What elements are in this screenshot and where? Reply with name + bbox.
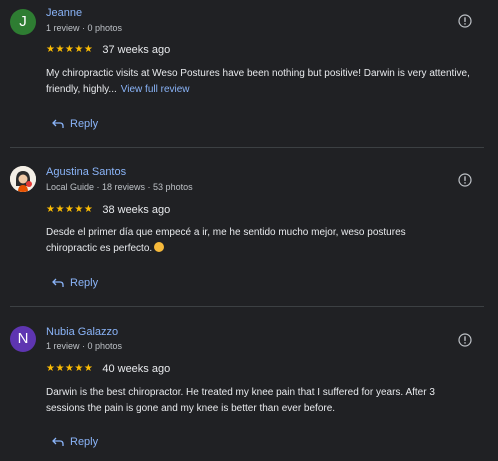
avatar[interactable]: N (10, 326, 36, 352)
review-date: 40 weeks ago (102, 363, 171, 375)
reply-label: Reply (70, 277, 99, 289)
reply-arrow-icon (52, 278, 64, 287)
reply-label: Reply (70, 118, 99, 130)
review-date: 37 weeks ago (102, 44, 171, 56)
star-rating: ★★★★★ (46, 204, 94, 215)
star-rating: ★★★★★ (46, 44, 94, 55)
review-date: 38 weeks ago (102, 204, 171, 216)
reply-button[interactable]: Reply (52, 117, 98, 131)
reviewer-name[interactable]: Jeanne (46, 7, 82, 19)
info-icon[interactable] (458, 173, 472, 187)
profile-photo (10, 166, 36, 192)
divider (10, 147, 484, 148)
rating-row: ★★★★★ 40 weeks ago (46, 362, 170, 376)
reply-label: Reply (70, 436, 99, 448)
star-rating: ★★★★★ (46, 363, 94, 374)
review-text: My chiropractic visits at Weso Postures … (46, 66, 486, 98)
review-text-body: Darwin is the best chiropractor. He trea… (46, 387, 435, 414)
review-text: Darwin is the best chiropractor. He trea… (46, 385, 466, 417)
info-icon[interactable] (458, 14, 472, 28)
avatar[interactable]: J (10, 9, 36, 35)
reviewer-meta: 1 review · 0 photos (46, 341, 123, 351)
reviewer-meta: 1 review · 0 photos (46, 23, 123, 33)
reply-button[interactable]: Reply (52, 276, 98, 290)
review-text-body: Desde el primer día que empecé a ir, me … (46, 227, 406, 254)
reviewer-meta: Local Guide · 18 reviews · 53 photos (46, 182, 193, 192)
review-text-body: My chiropractic visits at Weso Postures … (46, 68, 470, 95)
reviewer-name[interactable]: Nubia Galazzo (46, 326, 118, 338)
rating-row: ★★★★★ 37 weeks ago (46, 43, 170, 57)
divider (10, 306, 484, 307)
smiling-face-emoji (154, 242, 165, 252)
info-icon[interactable] (458, 333, 472, 347)
avatar[interactable] (10, 166, 36, 192)
reply-arrow-icon (52, 119, 64, 128)
rating-row: ★★★★★ 38 weeks ago (46, 203, 170, 217)
view-full-review-link[interactable]: View full review (121, 84, 190, 95)
reply-arrow-icon (52, 437, 64, 446)
review-text: Desde el primer día que empecé a ir, me … (46, 225, 446, 257)
reply-button[interactable]: Reply (52, 435, 98, 449)
reviewer-name[interactable]: Agustina Santos (46, 166, 126, 178)
